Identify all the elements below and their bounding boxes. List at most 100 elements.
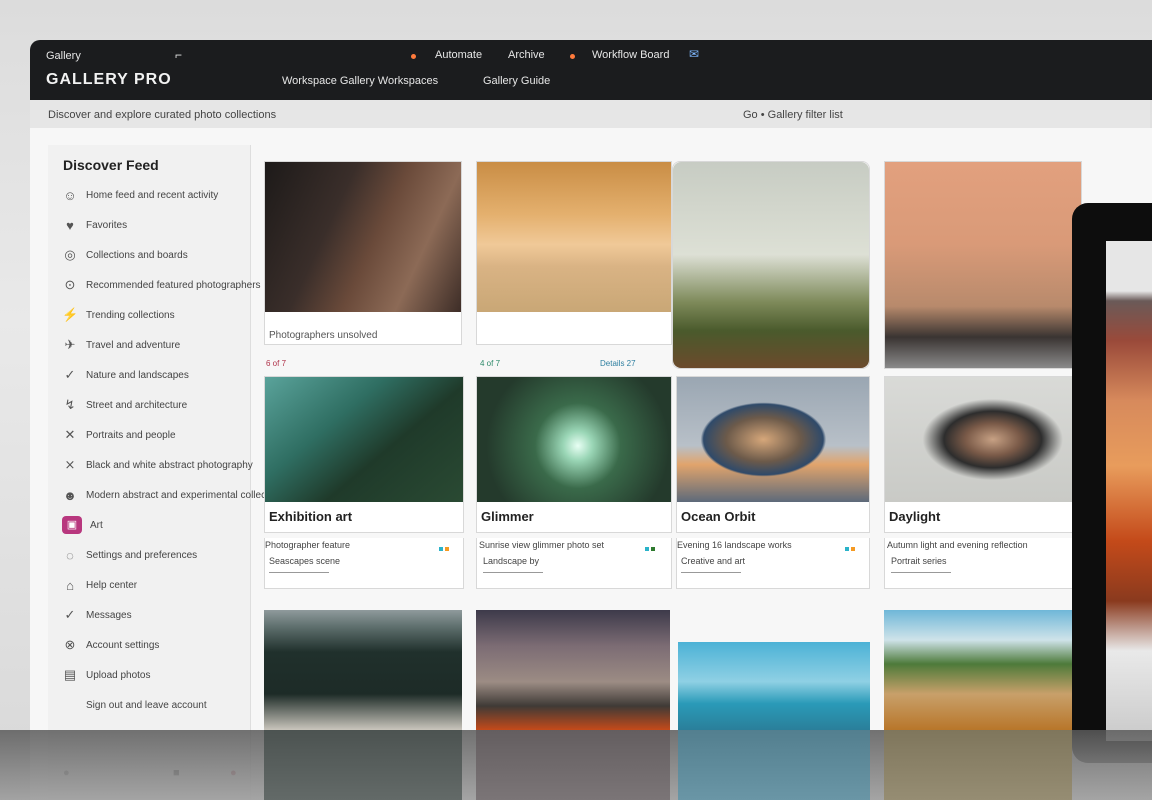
sidebar-item[interactable]: ◎ Collections and boards: [62, 245, 188, 265]
sidebar-item[interactable]: ⊙ Recommended featured photographers: [62, 275, 261, 295]
app-header: Gallery ⌐ GALLERY PRO Automate Archive W…: [30, 40, 1152, 100]
sidebar-item[interactable]: ◌ Settings and preferences: [62, 545, 197, 565]
sidebar-item-label: Trending collections: [86, 309, 175, 321]
sidebar-item[interactable]: ✓ Messages: [62, 605, 132, 625]
sidebar-item-label: Travel and adventure: [86, 339, 181, 351]
divider: [483, 572, 543, 573]
card-tag: Details 27: [600, 359, 636, 368]
sidebar-item[interactable]: ⨯ Black and white abstract photography: [62, 455, 253, 475]
divider: [891, 572, 951, 573]
color-tags: [843, 544, 855, 553]
photo-thumbnail[interactable]: [884, 610, 1072, 730]
nav-item-guide[interactable]: Gallery Guide: [483, 75, 550, 87]
sidebar-item[interactable]: ☺ Home feed and recent activity: [62, 185, 218, 205]
card-meta: Photographer feature: [265, 540, 351, 550]
sidebar-item[interactable]: ✈ Travel and adventure: [62, 335, 181, 355]
page-subtitle: Discover and explore curated photo colle…: [48, 109, 277, 121]
card-meta-secondary: Creative and art: [681, 556, 746, 566]
sidebar-item-icon: ⚡: [62, 307, 79, 322]
card-title: Daylight: [889, 509, 941, 524]
photo-card[interactable]: Exhibition art: [264, 376, 464, 533]
nav-item-automate[interactable]: Automate: [435, 49, 482, 61]
photo-card[interactable]: [476, 161, 672, 345]
card-details: Photographer feature Seascapes scene: [264, 538, 464, 589]
nav-item-workflow[interactable]: Workflow Board: [592, 49, 669, 61]
sidebar-item-icon: ⊗: [64, 637, 76, 652]
sidebar-item[interactable]: ♥ Favorites: [62, 215, 127, 235]
sidebar-item[interactable]: ▤ Upload photos: [62, 665, 151, 685]
photo-card[interactable]: [672, 161, 870, 369]
sidebar-item-icon: ✓: [64, 367, 76, 382]
card-details: Autumn light and evening reflection Port…: [884, 538, 1074, 589]
sidebar-item-icon: ◌: [66, 547, 74, 563]
sidebar-item[interactable]: ⊗ Account settings: [62, 635, 160, 655]
sidebar-item[interactable]: Sign out and leave account: [62, 695, 207, 715]
sidebar-item[interactable]: ▣ Art: [62, 515, 103, 535]
photo-card[interactable]: Glimmer: [476, 376, 672, 533]
sidebar-item-icon: ⌂: [66, 577, 74, 593]
sidebar-item-icon: ◎: [64, 247, 76, 262]
photo-card[interactable]: [884, 161, 1082, 369]
color-tags: [437, 544, 449, 553]
photo-thumbnail[interactable]: [476, 610, 670, 730]
sidebar-item-label: Modern abstract and experimental collect…: [86, 489, 288, 501]
photo-card[interactable]: Ocean Orbit: [676, 376, 870, 533]
card-meta: Autumn light and evening reflection: [887, 540, 1028, 550]
photo-thumbnail[interactable]: [477, 162, 671, 312]
photo-thumbnail[interactable]: [673, 162, 869, 368]
sidebar-item[interactable]: ↯ Street and architecture: [62, 395, 188, 415]
photo-card[interactable]: Photographers unsolved: [264, 161, 462, 345]
photo-card[interactable]: Daylight: [884, 376, 1082, 533]
card-tag: 4 of 7: [480, 359, 501, 368]
reflection-block: [264, 730, 462, 800]
sidebar-item-icon: ✓: [64, 607, 76, 622]
divider: [681, 572, 741, 573]
sidebar-item-label: Black and white abstract photography: [86, 459, 253, 471]
photo-thumbnail[interactable]: [264, 610, 462, 730]
nav-item-archive[interactable]: Archive: [508, 49, 545, 61]
sidebar-item[interactable]: ✓ Nature and landscapes: [62, 365, 189, 385]
divider: [269, 572, 329, 573]
photo-thumbnail[interactable]: [885, 377, 1081, 502]
photo-thumbnail[interactable]: [885, 162, 1081, 368]
card-details: Sunrise view glimmer photo set Landscape…: [476, 538, 672, 589]
notification-icon[interactable]: ✉: [689, 47, 699, 61]
color-tags: [643, 544, 655, 553]
brand-logo[interactable]: GALLERY PRO: [46, 71, 172, 89]
sidebar-item-label: Messages: [86, 609, 132, 621]
sidebar-item[interactable]: ☻ Modern abstract and experimental collec…: [62, 485, 287, 505]
sidebar-item[interactable]: ⌂ Help center: [62, 575, 137, 595]
filter-link[interactable]: Go • Gallery filter list: [743, 109, 843, 121]
reflection-block: [678, 730, 870, 800]
sidebar-item-label: Recommended featured photographers: [86, 279, 261, 291]
sidebar-item-label: Street and architecture: [86, 399, 188, 411]
sidebar-item-label: Portraits and people: [86, 429, 176, 441]
sidebar-item[interactable]: ⚡ Trending collections: [62, 305, 175, 325]
sidebar-item-icon: ✕: [64, 427, 76, 442]
photo-thumbnail[interactable]: [477, 377, 671, 502]
sidebar-item-icon: ▣: [62, 516, 82, 534]
arrow-icon[interactable]: ⌐: [175, 48, 182, 62]
sidebar-item[interactable]: ✕ Portraits and people: [62, 425, 176, 445]
tablet-device: [1072, 203, 1152, 763]
sidebar-item-label: Account settings: [86, 639, 160, 651]
sidebar-item-icon: ⨯: [64, 457, 76, 472]
sidebar-item-label: Nature and landscapes: [86, 369, 189, 381]
sidebar-item-icon: ↯: [64, 397, 76, 412]
reflection-surface: [0, 730, 1152, 800]
card-title: Glimmer: [481, 509, 534, 524]
nav-item-workspace[interactable]: Workspace Gallery Workspaces: [282, 75, 438, 87]
photo-thumbnail[interactable]: [678, 642, 870, 730]
sidebar-item-label: Art: [90, 519, 103, 531]
photo-thumbnail[interactable]: [265, 162, 461, 312]
sidebar-item-label: Home feed and recent activity: [86, 189, 219, 201]
reflection-block: [884, 730, 1072, 800]
photo-thumbnail[interactable]: [265, 377, 463, 502]
sidebar: Discover Feed ☺ Home feed and recent acti…: [48, 145, 287, 800]
sidebar-item-label: Collections and boards: [86, 249, 188, 261]
sidebar-item-label: Sign out and leave account: [86, 699, 207, 711]
tablet-screen: [1106, 241, 1152, 741]
sidebar-item-icon: ⊙: [64, 277, 76, 292]
photo-thumbnail[interactable]: [677, 377, 869, 502]
card-meta-secondary: Seascapes scene: [269, 556, 341, 566]
